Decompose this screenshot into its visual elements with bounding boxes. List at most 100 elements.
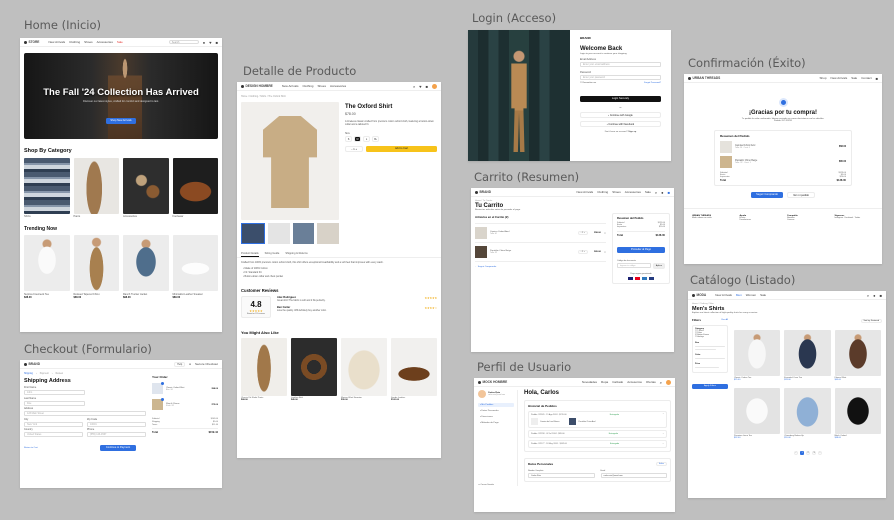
email-field[interactable]: Enter your email address bbox=[580, 62, 661, 67]
page-1[interactable]: 1 bbox=[800, 451, 804, 455]
product-card[interactable]: Chambray Button-Up $55.00 bbox=[784, 388, 831, 439]
thumbnail[interactable] bbox=[241, 223, 265, 244]
last-name-field[interactable]: Doe bbox=[24, 400, 85, 406]
home-search-input[interactable]: Search bbox=[168, 40, 199, 44]
detail-logo[interactable]: DESIGN HOMBRE bbox=[241, 84, 273, 88]
cart-nav-1[interactable]: Clothing bbox=[597, 190, 608, 194]
quantity-stepper[interactable]: − 1 + bbox=[577, 231, 589, 235]
size-option[interactable]: XL bbox=[372, 135, 379, 142]
catalog-logo[interactable]: MODA bbox=[692, 293, 706, 297]
country-select[interactable]: United States bbox=[24, 432, 83, 437]
cart-nav-4[interactable]: Sale bbox=[645, 190, 651, 194]
cart-icon[interactable]: ■ bbox=[880, 293, 882, 298]
confirm-nav-2[interactable]: Sale bbox=[851, 76, 857, 80]
logout-button[interactable]: ⇥ Cerrar Sesión bbox=[478, 483, 514, 486]
catalog-nav-3[interactable]: Sale bbox=[760, 293, 766, 297]
user-icon[interactable]: ● bbox=[203, 40, 205, 45]
filter-group[interactable]: Price bbox=[695, 363, 725, 365]
search-icon[interactable]: ⌕ bbox=[660, 380, 662, 385]
continue-shopping-link[interactable]: ← Seguir Comprando bbox=[475, 266, 606, 268]
detail-nav-2[interactable]: Shoes bbox=[317, 84, 326, 88]
cart-nav-3[interactable]: Accessories bbox=[625, 190, 641, 194]
trending-card[interactable]: Relaxed Tapered Chino $68.00 bbox=[73, 235, 119, 299]
checkout-logo[interactable]: BRAND bbox=[24, 362, 40, 366]
confirm-nav-3[interactable]: Contact bbox=[861, 76, 871, 80]
category-card-footwear[interactable]: Footwear bbox=[172, 158, 218, 218]
home-nav-0[interactable]: New Arrivals bbox=[48, 40, 65, 44]
step-payment[interactable]: Payment bbox=[40, 373, 49, 375]
sort-select[interactable]: Sort by: Featured bbox=[860, 319, 882, 323]
cart-nav-0[interactable]: New Arrivals bbox=[577, 190, 594, 194]
user-icon[interactable]: ● bbox=[873, 293, 875, 298]
detail-nav-0[interactable]: New Arrivals bbox=[282, 84, 299, 88]
category-card-pants[interactable]: Pants bbox=[73, 158, 119, 218]
cart-icon[interactable]: ■ bbox=[426, 84, 428, 89]
profile-nav-1[interactable]: Ropa bbox=[601, 380, 608, 384]
trash-icon[interactable]: ✕ bbox=[604, 251, 606, 254]
thumbnail[interactable] bbox=[292, 223, 315, 244]
apply-filters-button[interactable]: Apply Filters bbox=[692, 383, 728, 389]
password-field[interactable]: Enter your password bbox=[580, 75, 661, 80]
product-card[interactable]: Flannel Shirt $45.00 bbox=[834, 330, 881, 381]
search-icon[interactable]: ⌕ bbox=[413, 84, 415, 89]
avatar[interactable] bbox=[432, 83, 437, 89]
first-name-field[interactable]: John bbox=[24, 390, 85, 395]
forgot-password-link[interactable]: Forgot Password? bbox=[644, 82, 661, 84]
detail-nav-3[interactable]: Accessories bbox=[330, 84, 346, 88]
step-review[interactable]: Review bbox=[56, 373, 64, 375]
profile-logo[interactable]: MOCK HOMBRE bbox=[478, 380, 507, 384]
trending-card[interactable]: Minimalist Leather Sneaker $89.00 bbox=[172, 235, 218, 299]
help-button[interactable]: Help bbox=[174, 361, 186, 367]
clear-filters-link[interactable]: Clear All bbox=[721, 319, 728, 321]
home-logo[interactable]: STORE bbox=[24, 40, 39, 44]
product-card[interactable]: Black Oxford $48.00 bbox=[834, 388, 881, 439]
hero-cta-button[interactable]: Shop New Arrivals bbox=[106, 118, 136, 124]
catalog-nav-1[interactable]: Men bbox=[736, 293, 742, 297]
menu-orders[interactable]: ▪ Mis Pedidos bbox=[478, 403, 514, 407]
edit-button[interactable]: Editar bbox=[656, 462, 667, 466]
page-next[interactable]: › bbox=[818, 451, 822, 455]
thumbnail[interactable] bbox=[317, 223, 339, 244]
avatar[interactable] bbox=[666, 379, 671, 385]
checkout-button[interactable]: Proceder al Pago bbox=[617, 247, 665, 253]
return-to-cart-link[interactable]: Return to Cart bbox=[24, 447, 38, 449]
related-card[interactable]: Merino Wool Sweater $95.00 bbox=[341, 338, 387, 401]
name-field[interactable]: Carlos Ruiz bbox=[528, 472, 595, 478]
category-card-shirts[interactable]: Shirts bbox=[24, 158, 70, 218]
thumbnail[interactable] bbox=[267, 223, 290, 244]
home-nav-3[interactable]: Accessories bbox=[97, 40, 113, 44]
quantity-stepper[interactable]: − 1 + bbox=[345, 145, 363, 152]
search-icon[interactable]: ⌕ bbox=[655, 190, 657, 195]
trending-card[interactable]: Ranch Trucker Jacket $98.00 bbox=[123, 235, 169, 299]
order-row[interactable]: Pedido #12345 · 15 Ago 2024 · $215.00 Ent… bbox=[528, 411, 667, 428]
home-nav-2[interactable]: Shoes bbox=[84, 40, 93, 44]
coupon-input[interactable]: Ingresa tu código bbox=[617, 263, 651, 268]
cart-icon[interactable]: ■ bbox=[668, 190, 670, 195]
catalog-nav-2[interactable]: Women bbox=[746, 293, 756, 297]
user-icon[interactable]: ● bbox=[661, 190, 663, 195]
product-card[interactable]: Essential Crew Tee $28.00 bbox=[784, 330, 831, 381]
quantity-stepper[interactable]: − 1 + bbox=[577, 250, 589, 254]
size-option[interactable]: M bbox=[354, 135, 361, 142]
profile-nav-3[interactable]: Accesorios bbox=[627, 380, 642, 384]
related-card[interactable]: Classic Fit Khaki Pants $68.00 bbox=[241, 338, 287, 401]
add-to-cart-button[interactable]: Add to Cart bbox=[366, 145, 437, 152]
filter-group[interactable]: Size bbox=[695, 342, 725, 344]
order-row[interactable]: Pedido #12298 · 02 Jul 2024 · $89.00 Entr… bbox=[528, 430, 667, 438]
google-button[interactable]: ▪ Continue with Google bbox=[580, 112, 661, 118]
continue-to-payment-button[interactable]: Continue to Payment bbox=[100, 445, 136, 451]
menu-addresses[interactable]: ▪ Direcciones bbox=[478, 415, 514, 419]
chevron-down-icon[interactable]: ⌄ bbox=[662, 433, 664, 435]
tab-sizing-guide[interactable]: Sizing Guide bbox=[265, 252, 280, 257]
confirm-nav-1[interactable]: New Arrivals bbox=[831, 76, 848, 80]
confirm-logo[interactable]: URBAN THREADS bbox=[688, 76, 720, 80]
home-nav-1[interactable]: Clothing bbox=[69, 40, 80, 44]
menu-personal[interactable]: ▪ Datos Personales bbox=[478, 409, 514, 413]
page-prev[interactable]: ‹ bbox=[794, 451, 798, 455]
tab-product-details[interactable]: Product Details bbox=[241, 252, 259, 257]
filter-group[interactable]: Color bbox=[695, 354, 725, 356]
heart-icon[interactable]: ♥ bbox=[419, 84, 421, 89]
cart-icon[interactable]: ■ bbox=[876, 76, 878, 81]
product-card[interactable]: Premium Linen Tee $32.00 bbox=[734, 388, 781, 439]
step-shipping[interactable]: Shipping bbox=[24, 373, 33, 375]
